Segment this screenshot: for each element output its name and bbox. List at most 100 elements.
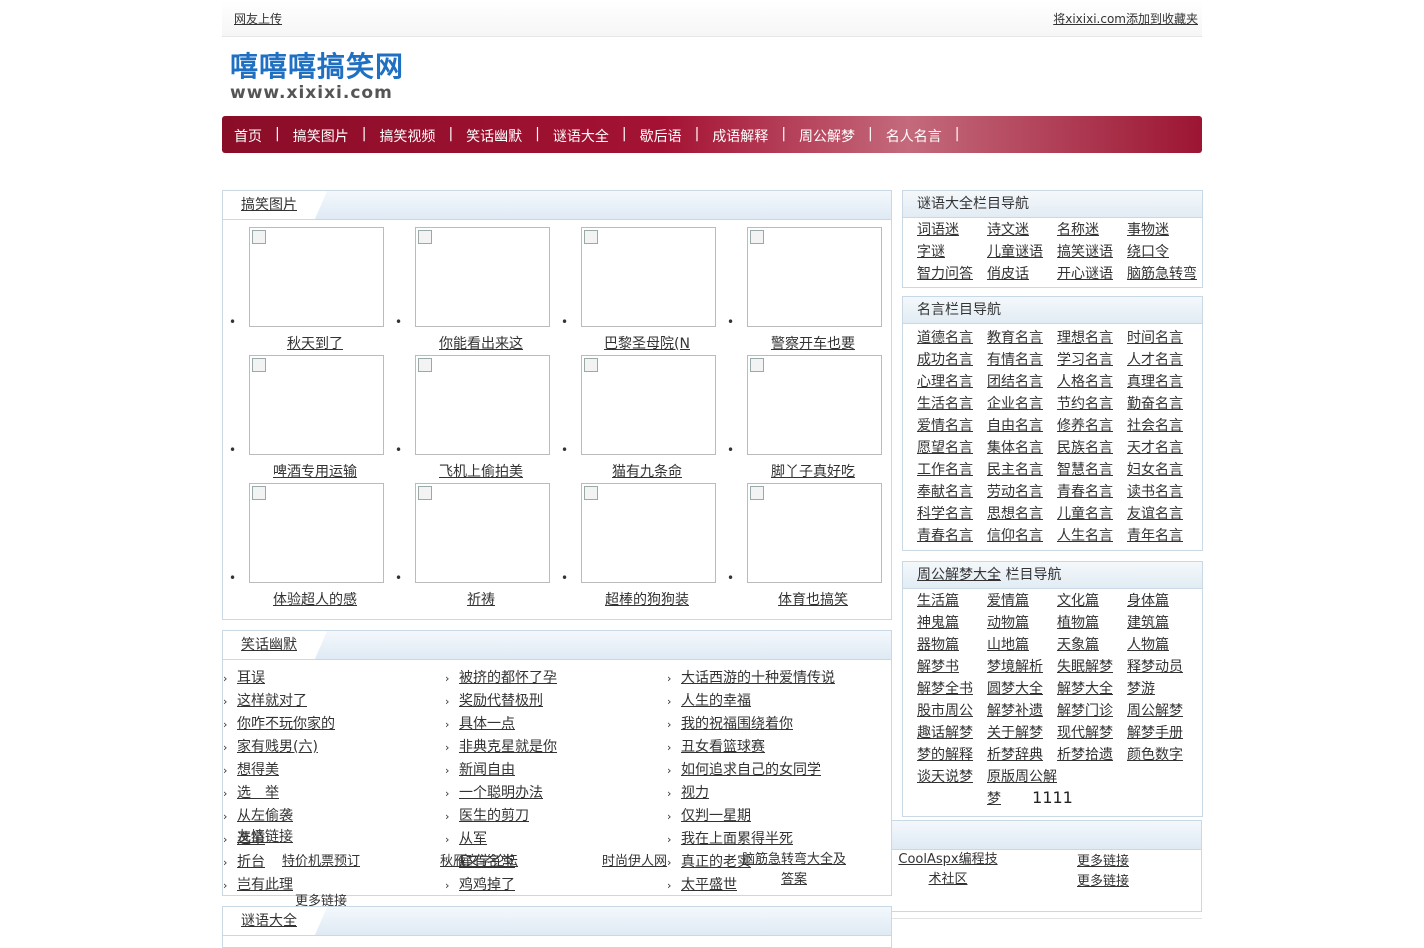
dream-nav-link[interactable]: 解梦补遗 <box>987 700 1057 722</box>
quote-nav-link[interactable]: 天才名言 <box>1127 437 1197 459</box>
picture-thumbnail[interactable] <box>249 355 384 455</box>
joke-link[interactable]: 一个聪明办法 <box>459 785 543 801</box>
dream-nav-link[interactable]: 解梦门诊 <box>1057 700 1127 722</box>
picture-thumbnail[interactable] <box>581 483 716 583</box>
quote-nav-link[interactable]: 心理名言 <box>917 371 987 393</box>
quote-nav-link[interactable]: 社会名言 <box>1127 415 1197 437</box>
quote-nav-link[interactable]: 智慧名言 <box>1057 459 1127 481</box>
dream-nav-link[interactable]: 神鬼篇 <box>917 612 987 634</box>
joke-link[interactable]: 大话西游的十种爱情传说 <box>681 670 835 686</box>
dream-nav-link[interactable]: 关于解梦 <box>987 722 1057 744</box>
joke-link[interactable]: 从军 <box>459 831 487 847</box>
quote-nav-link[interactable]: 人才名言 <box>1127 349 1197 371</box>
add-favorite-link[interactable]: 将xixixi.com添加到收藏夹 <box>1053 10 1198 27</box>
nav-item[interactable]: 搞笑图片 <box>293 126 349 146</box>
joke-link[interactable]: 医生的剪刀 <box>459 808 529 824</box>
quote-nav-link[interactable]: 工作名言 <box>917 459 987 481</box>
quote-nav-link[interactable]: 人格名言 <box>1057 371 1127 393</box>
riddle-nav-link[interactable]: 脑筋急转弯 <box>1127 263 1197 285</box>
picture-caption[interactable]: 警察开车也要 <box>723 333 903 353</box>
dream-nav-link[interactable]: 趣话解梦 <box>917 722 987 744</box>
quote-nav-link[interactable]: 道德名言 <box>917 327 987 349</box>
quote-nav-link[interactable]: 勤奋名言 <box>1127 393 1197 415</box>
joke-link[interactable]: 人生的幸福 <box>681 693 751 709</box>
picture-thumbnail[interactable] <box>415 483 550 583</box>
quote-nav-link[interactable]: 自由名言 <box>987 415 1057 437</box>
quote-nav-link[interactable]: 信仰名言 <box>987 525 1057 547</box>
picture-caption[interactable]: 体育也搞笑 <box>723 589 903 609</box>
riddle-nav-link[interactable]: 词语迷 <box>917 219 987 241</box>
riddle-nav-link[interactable]: 字谜 <box>917 241 987 263</box>
joke-link[interactable]: 非典克星就是你 <box>459 739 557 755</box>
dream-nav-link[interactable]: 天象篇 <box>1057 634 1127 656</box>
quote-nav-link[interactable]: 真理名言 <box>1127 371 1197 393</box>
quote-nav-link[interactable]: 人生名言 <box>1057 525 1127 547</box>
dream-nav-link[interactable]: 植物篇 <box>1057 612 1127 634</box>
dream-nav-link[interactable]: 山地篇 <box>987 634 1057 656</box>
quote-nav-link[interactable]: 青春名言 <box>917 525 987 547</box>
joke-link[interactable]: 奖励代替极刑 <box>459 693 543 709</box>
joke-link[interactable]: 折台 <box>237 854 265 870</box>
quote-nav-link[interactable]: 劳动名言 <box>987 481 1057 503</box>
dream-nav-link[interactable]: 文化篇 <box>1057 590 1127 612</box>
quote-nav-link[interactable]: 愿望名言 <box>917 437 987 459</box>
picture-thumbnail[interactable] <box>249 227 384 327</box>
quote-nav-link[interactable]: 修养名言 <box>1057 415 1127 437</box>
riddle-nav-link[interactable]: 俏皮话 <box>987 263 1057 285</box>
joke-link[interactable]: 具体一点 <box>459 716 515 732</box>
dream-nav-link[interactable]: 释梦动员 <box>1127 656 1197 678</box>
joke-link[interactable]: 选 举 <box>237 785 279 801</box>
joke-link[interactable]: 仅判一星期 <box>681 808 751 824</box>
dream-nav-link[interactable]: 爱情篇 <box>987 590 1057 612</box>
dream-nav-link[interactable]: 解梦大全 <box>1057 678 1127 700</box>
dream-nav-link[interactable]: 建筑篇 <box>1127 612 1197 634</box>
joke-link[interactable]: 被挤的都怀了孕 <box>459 670 557 686</box>
tab-riddles[interactable]: 谜语大全 <box>223 907 327 935</box>
joke-link[interactable]: 从左偷袭 <box>237 808 293 824</box>
picture-thumbnail[interactable] <box>415 227 550 327</box>
riddle-nav-link[interactable]: 开心谜语 <box>1057 263 1127 285</box>
riddle-nav-link[interactable]: 绕口令 <box>1127 241 1197 263</box>
quote-nav-link[interactable]: 友谊名言 <box>1127 503 1197 525</box>
joke-link[interactable]: 鸡鸡掉了 <box>459 877 515 893</box>
picture-caption[interactable]: 超棒的狗狗装 <box>557 589 737 609</box>
joke-link[interactable]: 如何追求自己的女同学 <box>681 762 821 778</box>
joke-link[interactable]: 丑女看篮球赛 <box>681 739 765 755</box>
dream-nav-link[interactable]: 身体篇 <box>1127 590 1197 612</box>
quote-nav-link[interactable]: 思想名言 <box>987 503 1057 525</box>
picture-caption[interactable]: 体验超人的感 <box>225 589 405 609</box>
joke-link[interactable]: 我在上面累得半死 <box>681 831 793 847</box>
picture-caption[interactable]: 祈祷 <box>391 589 571 609</box>
dream-nav-link[interactable]: 解梦全书 <box>917 678 987 700</box>
quote-nav-link[interactable]: 理想名言 <box>1057 327 1127 349</box>
dream-nav-link[interactable]: 失眠解梦 <box>1057 656 1127 678</box>
nav-item[interactable]: 搞笑视频 <box>379 126 435 146</box>
dream-nav-link[interactable]: 梦的解释 <box>917 744 987 766</box>
picture-thumbnail[interactable] <box>747 483 882 583</box>
nav-item[interactable]: 名人名言 <box>886 126 942 146</box>
picture-caption[interactable]: 猫有九条命 <box>557 461 737 481</box>
joke-link[interactable]: 岂有此理 <box>237 877 293 893</box>
tab-jokes[interactable]: 笑话幽默 <box>223 631 327 659</box>
friend-link-4[interactable]: 脑筋急转弯大全及答案 <box>738 850 850 890</box>
picture-thumbnail[interactable] <box>415 355 550 455</box>
picture-caption[interactable]: 秋天到了 <box>225 333 405 353</box>
dream-nav-title-link[interactable]: 周公解梦大全 <box>917 567 1001 583</box>
dream-nav-link[interactable]: 人物篇 <box>1127 634 1197 656</box>
riddle-nav-link[interactable]: 诗文迷 <box>987 219 1057 241</box>
dream-nav-link[interactable]: 周公解梦 <box>1127 700 1197 722</box>
dream-nav-link[interactable]: 梦游 <box>1127 678 1197 700</box>
quote-nav-link[interactable]: 团结名言 <box>987 371 1057 393</box>
picture-caption[interactable]: 巴黎圣母院(N <box>557 333 737 353</box>
nav-item[interactable]: 笑话幽默 <box>466 126 522 146</box>
friend-link-more-1[interactable]: 更多链接 <box>1077 850 1129 869</box>
dream-nav-link[interactable]: 解梦手册 <box>1127 722 1197 744</box>
nav-item[interactable]: 成语解释 <box>712 126 768 146</box>
user-upload-link[interactable]: 网友上传 <box>234 10 282 27</box>
dream-nav-link[interactable]: 器物篇 <box>917 634 987 656</box>
dream-nav-link[interactable]: 梦境解析 <box>987 656 1057 678</box>
quote-nav-link[interactable]: 节约名言 <box>1057 393 1127 415</box>
quote-nav-link[interactable]: 成功名言 <box>917 349 987 371</box>
quote-nav-link[interactable]: 青春名言 <box>1057 481 1127 503</box>
picture-thumbnail[interactable] <box>581 355 716 455</box>
